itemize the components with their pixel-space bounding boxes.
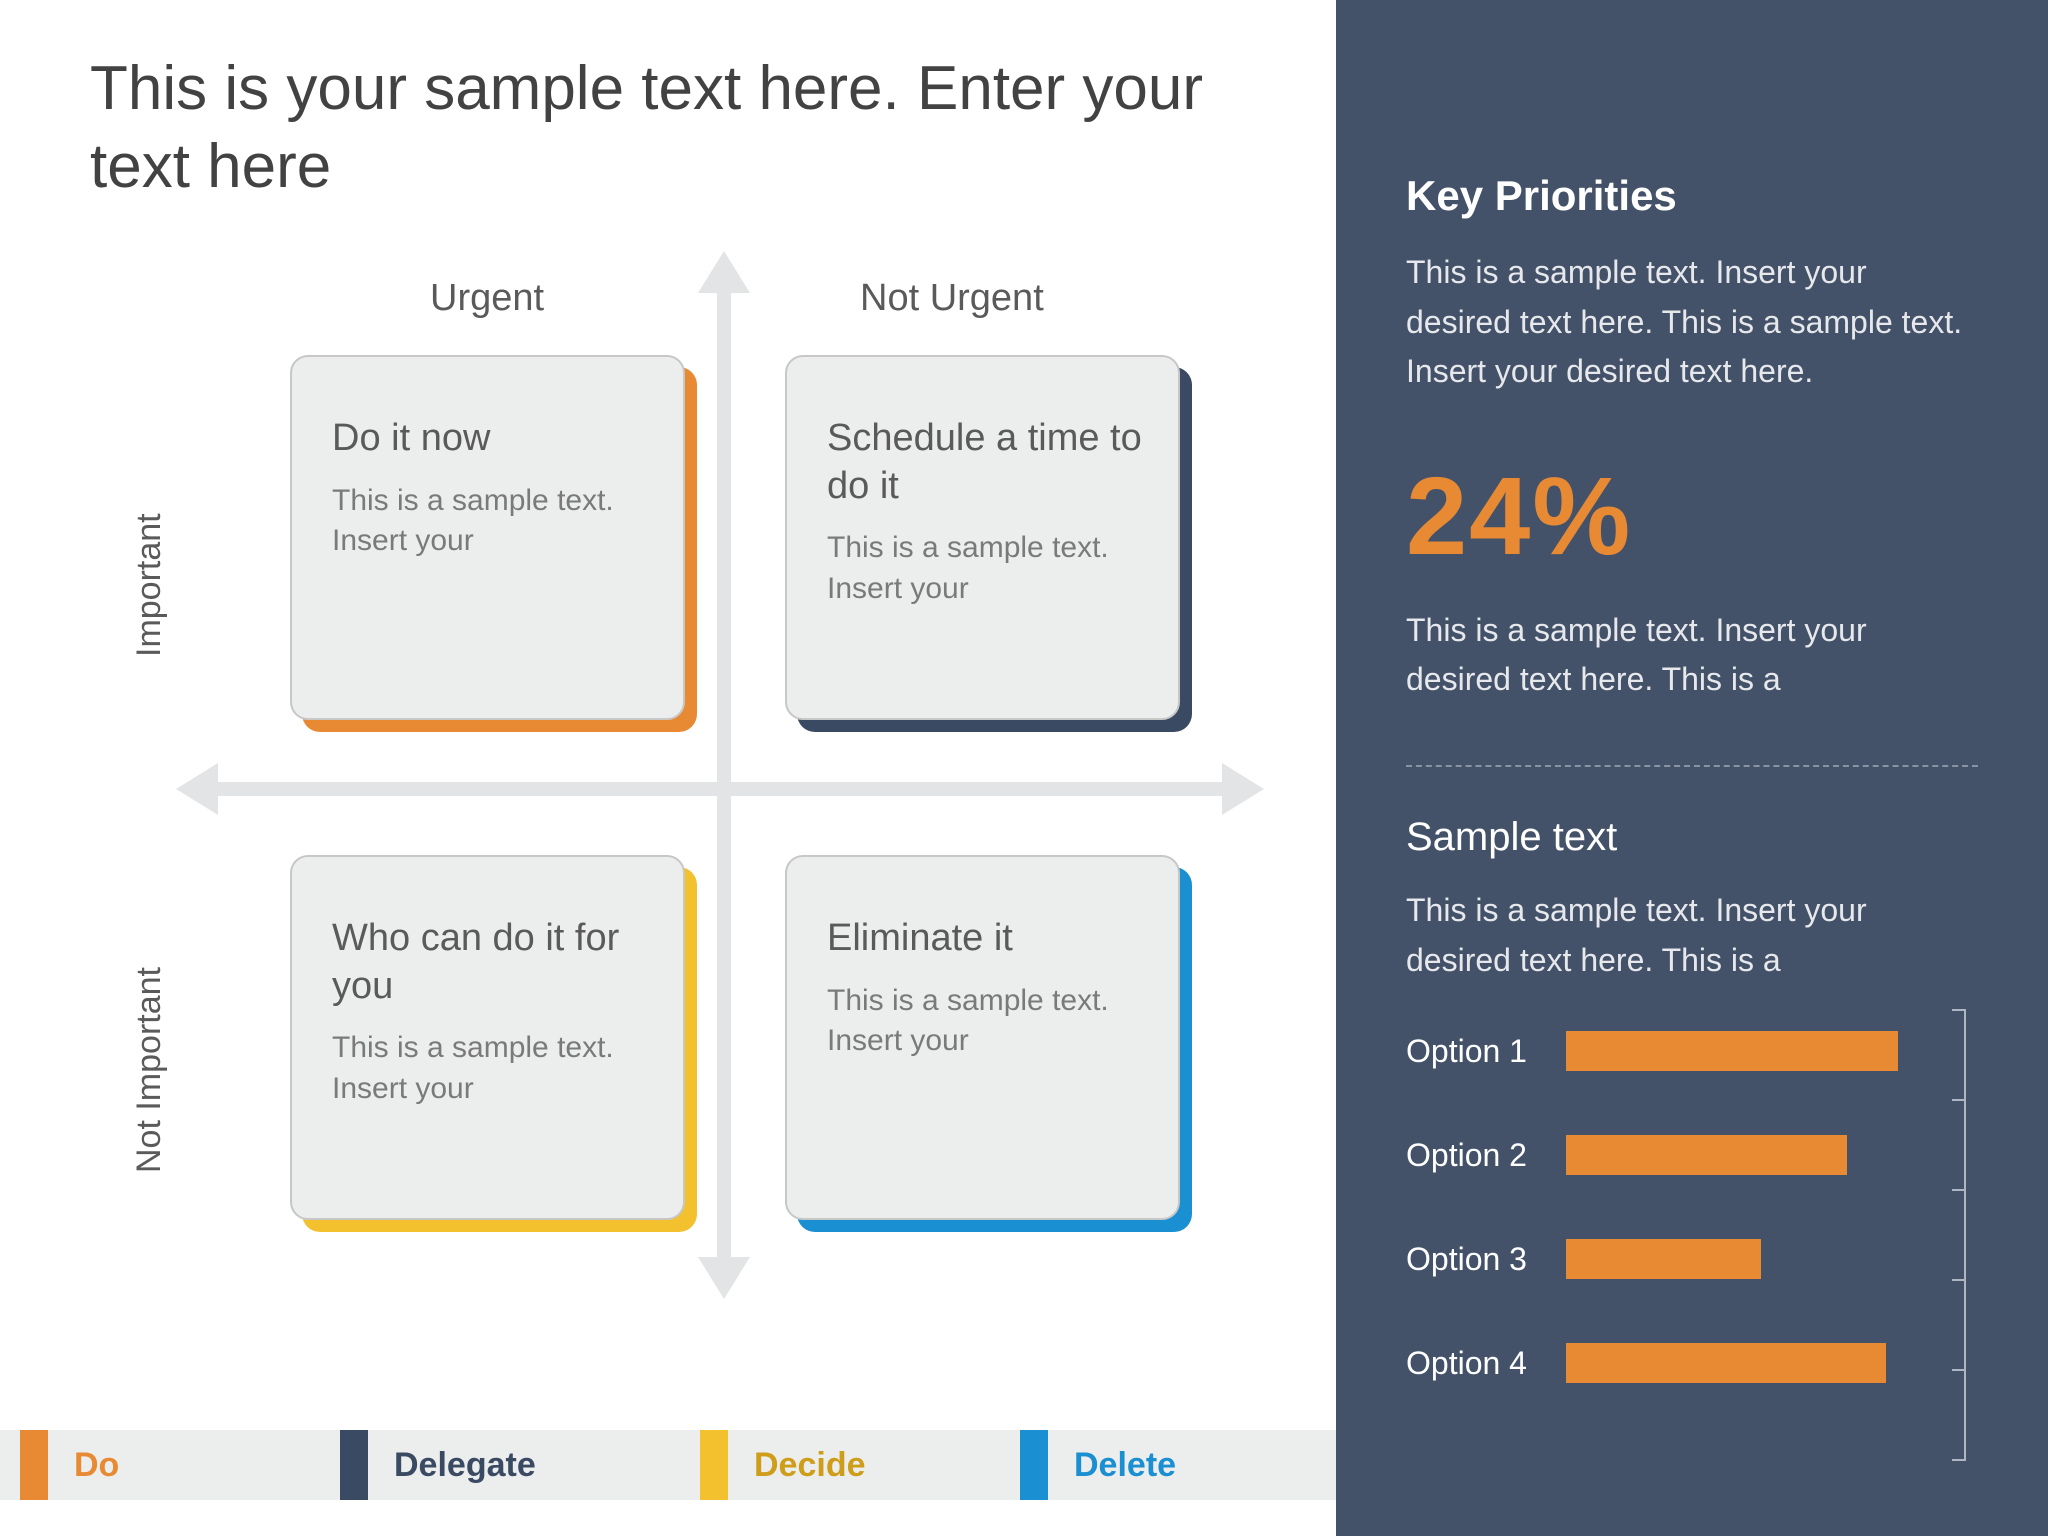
quadrant-delete: Eliminate it This is a sample text. Inse… — [785, 855, 1180, 1220]
quadrant-title: Who can do it for you — [332, 915, 647, 1010]
legend-label: Delete — [1074, 1446, 1176, 1485]
chart-bar — [1566, 1343, 1886, 1383]
legend-item-do: Do — [20, 1430, 340, 1500]
legend-item-delete: Delete — [1020, 1430, 1320, 1500]
legend-bar: Do Delegate Decide Delete — [0, 1430, 1336, 1500]
divider — [1406, 765, 1978, 767]
quadrant-body: This is a sample text. Insert your — [332, 481, 647, 562]
chart-row: Option 3 — [1406, 1233, 1966, 1285]
swatch-icon — [20, 1430, 48, 1500]
quadrant-title: Eliminate it — [827, 915, 1142, 963]
chart-row-label: Option 2 — [1406, 1137, 1566, 1174]
chart-row: Option 4 — [1406, 1337, 1966, 1389]
column-header-not-urgent: Not Urgent — [860, 277, 1044, 320]
quadrant-do: Do it now This is a sample text. Insert … — [290, 355, 685, 720]
chart-row-label: Option 1 — [1406, 1033, 1566, 1070]
quadrant-body: This is a sample text. Insert your — [332, 1028, 647, 1109]
quadrant-title: Schedule a time to do it — [827, 415, 1142, 510]
chart-bar — [1566, 1031, 1898, 1071]
legend-item-decide: Decide — [700, 1430, 1020, 1500]
chart-row: Option 2 — [1406, 1129, 1966, 1181]
legend-item-delegate: Delegate — [340, 1430, 700, 1500]
swatch-icon — [700, 1430, 728, 1500]
chart-row-label: Option 4 — [1406, 1345, 1566, 1382]
page-title: This is your sample text here. Enter you… — [90, 50, 1240, 205]
chart-axis — [1964, 1009, 1966, 1461]
quadrant-decide: Schedule a time to do it This is a sampl… — [785, 355, 1180, 720]
stat-value: 24% — [1406, 453, 1978, 580]
chart-row-label: Option 3 — [1406, 1241, 1566, 1278]
sample-text-body: This is a sample text. Insert your desir… — [1406, 886, 1978, 985]
bar-chart: Option 1 Option 2 Option 3 Option 4 — [1406, 1025, 1966, 1445]
quadrant-body: This is a sample text. Insert your — [827, 981, 1142, 1062]
quadrant-body: This is a sample text. Insert your — [827, 528, 1142, 609]
quadrant-title: Do it now — [332, 415, 647, 463]
horizontal-axis-arrow — [180, 775, 1260, 803]
chart-bar — [1566, 1239, 1761, 1279]
chart-row: Option 1 — [1406, 1025, 1966, 1077]
chart-bar — [1566, 1135, 1847, 1175]
eisenhower-matrix: Urgent Not Urgent Important Not Importan… — [90, 245, 1270, 1325]
legend-label: Decide — [754, 1446, 866, 1485]
legend-label: Do — [74, 1446, 119, 1485]
sidebar-panel: Key Priorities This is a sample text. In… — [1336, 0, 2048, 1536]
legend-label: Delegate — [394, 1446, 536, 1485]
key-priorities-heading: Key Priorities — [1406, 172, 1978, 220]
swatch-icon — [1020, 1430, 1048, 1500]
row-header-not-important: Not Important — [130, 900, 169, 1240]
stat-body: This is a sample text. Insert your desir… — [1406, 606, 1978, 705]
sample-text-heading: Sample text — [1406, 815, 1978, 860]
row-header-important: Important — [130, 455, 169, 715]
column-header-urgent: Urgent — [430, 277, 544, 320]
key-priorities-body: This is a sample text. Insert your desir… — [1406, 248, 1978, 397]
swatch-icon — [340, 1430, 368, 1500]
quadrant-delegate: Who can do it for you This is a sample t… — [290, 855, 685, 1220]
